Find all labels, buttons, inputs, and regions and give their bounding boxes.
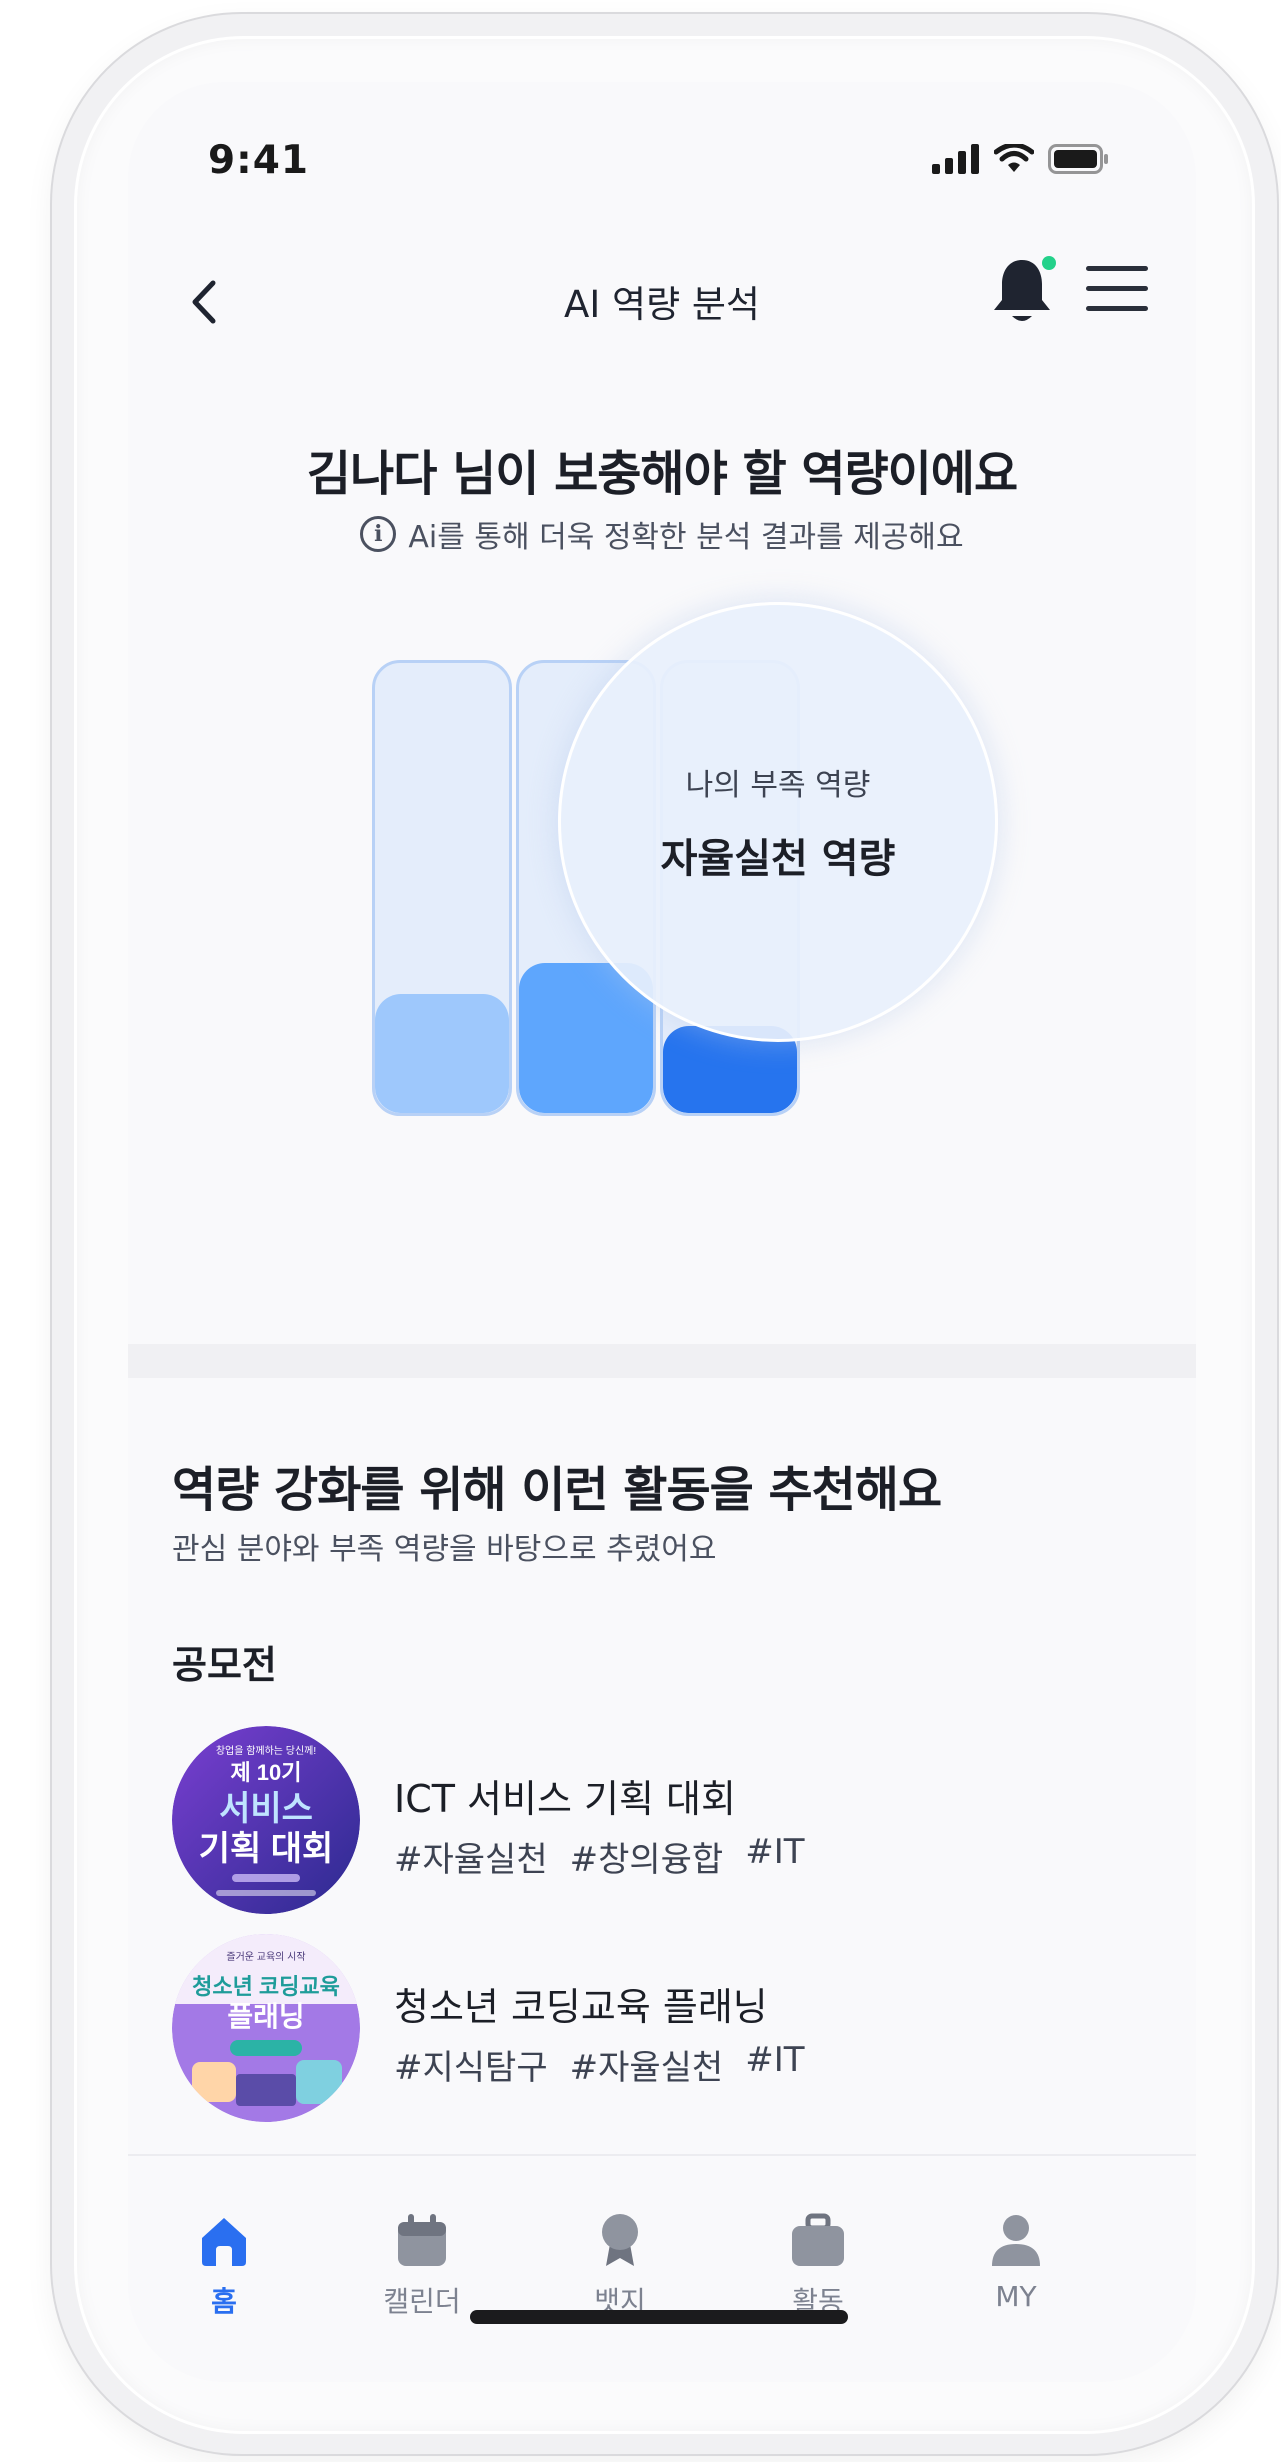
home-indicator — [470, 2310, 848, 2324]
focus-label: 나의 부족 역량 — [685, 768, 871, 803]
tab-bar: 홈 캘린더 뱃지 활동 MY — [128, 2154, 1196, 2334]
tab-label: 홈 — [211, 2285, 237, 2318]
activity-tag: #IT — [745, 2040, 805, 2080]
focus-value: 자율실천 역량 — [660, 836, 896, 882]
analysis-subtitle-row: i Ai를 통해 더욱 정확한 분석 결과를 제공해요 — [128, 512, 1196, 556]
activity-tags: #지식탐구 #자율실천 #IT — [394, 2040, 805, 2089]
activity-item-coding[interactable]: 즐거운 교육의 시작 청소년 코딩교육 플래닝 청소년 코딩교육 플래닝 #지식… — [172, 1934, 1072, 2124]
activity-tag: #자율실천 — [569, 2048, 724, 2088]
thumb-text: 플래닝 — [227, 2001, 304, 2032]
notification-dot — [1042, 256, 1056, 270]
recommend-title: 역량 강화를 위해 이런 활동을 추천해요 — [172, 1462, 942, 1518]
signal-icon — [932, 144, 979, 174]
menu-line — [1086, 286, 1148, 291]
section-divider — [128, 1344, 1196, 1378]
tab-my[interactable]: MY — [946, 2212, 1086, 2313]
tab-activity[interactable]: 활동 — [748, 2212, 888, 2320]
analysis-subtitle: Ai를 통해 더욱 정확한 분석 결과를 제공해요 — [408, 520, 964, 555]
activity-thumbnail: 창업을 함께하는 당신께! 제 10기 서비스 기획 대회 — [172, 1726, 360, 1914]
activity-name: 청소년 코딩교육 플래닝 — [394, 1985, 768, 2029]
thumb-text: 기획 대회 — [199, 1830, 334, 1868]
thumb-text: 즐거운 교육의 시작 — [226, 1951, 305, 1963]
activity-tag: #지식탐구 — [394, 2048, 548, 2088]
activity-item-ict[interactable]: 창업을 함께하는 당신께! 제 10기 서비스 기획 대회 ICT 서비스 기획… — [172, 1726, 1072, 1916]
briefcase-icon — [792, 2213, 844, 2266]
activity-tag: #자율실천 — [394, 1840, 548, 1880]
activity-tags: #자율실천 #창의융합 #IT — [394, 1832, 805, 1881]
status-time: 9:41 — [208, 138, 310, 183]
activity-thumbnail: 즐거운 교육의 시작 청소년 코딩교육 플래닝 — [172, 1934, 360, 2122]
thumb-text: 서비스 — [219, 1790, 313, 1828]
thumb-text: 청소년 코딩교육 — [192, 1974, 340, 1999]
recommend-subtitle: 관심 분야와 부족 역량을 바탕으로 추렸어요 — [172, 1532, 717, 1567]
activity-tag: #IT — [745, 1832, 805, 1872]
competency-bar-fill — [375, 994, 509, 1113]
menu-button[interactable] — [1086, 266, 1148, 318]
tab-label: MY — [995, 2280, 1037, 2313]
focus-circle: 나의 부족 역량 자율실천 역량 — [558, 602, 998, 1042]
home-icon — [202, 2218, 246, 2266]
menu-line — [1086, 266, 1148, 271]
person-icon — [992, 2215, 1040, 2266]
thumb-text: 제 10기 — [230, 1760, 301, 1785]
analysis-title: 김나다 님이 보충해야 할 역량이에요 — [306, 446, 1018, 502]
activity-name: ICT 서비스 기획 대회 — [394, 1777, 736, 1821]
activity-tag: #창의융합 — [569, 1840, 724, 1880]
tab-calendar[interactable]: 캘린더 — [352, 2212, 492, 2320]
category-label: 공모전 — [172, 1643, 277, 1687]
badge-icon — [602, 2214, 638, 2266]
status-icons — [932, 144, 1110, 174]
app-screen: 9:41 AI 역량 분석 김나다 님이 보충해야 할 역량이에요 i Ai를 … — [128, 82, 1196, 2382]
tab-badge[interactable]: 뱃지 — [550, 2212, 690, 2320]
competency-bar-track — [372, 660, 512, 1116]
tab-home[interactable]: 홈 — [154, 2212, 294, 2320]
thumb-text: 창업을 함께하는 당신께! — [216, 1744, 316, 1757]
menu-line — [1086, 306, 1148, 311]
calendar-icon — [398, 2214, 446, 2266]
wifi-icon — [994, 144, 1034, 172]
battery-icon — [1048, 144, 1108, 174]
info-icon: i — [360, 516, 397, 552]
